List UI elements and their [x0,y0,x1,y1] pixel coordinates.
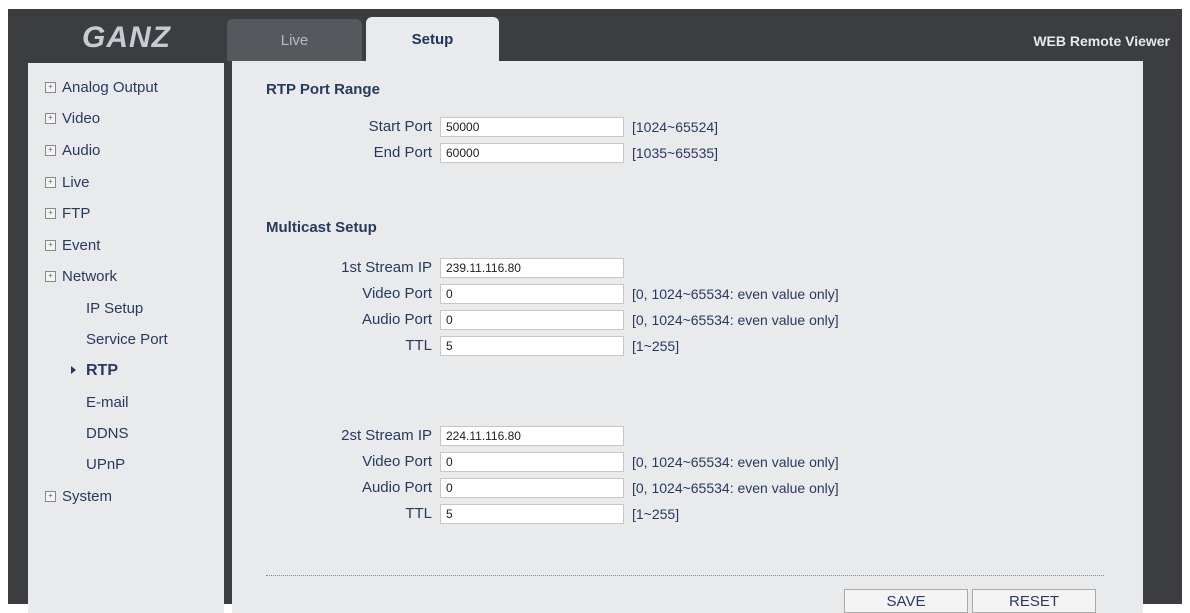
tab-live[interactable]: Live [227,19,362,61]
start-port-input[interactable] [440,117,624,137]
expand-icon: + [45,177,56,188]
sidebar-item-label: System [62,488,113,505]
sidebar-item-label: Analog Output [62,79,158,96]
sidebar-subitem-rtp[interactable]: RTP [71,362,118,380]
expand-icon: + [45,82,56,93]
stream2-ttl-input[interactable] [440,504,624,524]
stream1-ttl-input[interactable] [440,336,624,356]
sidebar-item-label: Live [62,174,90,191]
expand-icon: + [45,113,56,124]
stream2-audio-port-label: Audio Port [361,479,432,496]
sidebar-item-live[interactable]: + Live [45,174,90,191]
stream1-ip-input[interactable] [440,258,624,278]
sidebar-item-label: RTP [86,362,118,379]
sidebar-item-video[interactable]: + Video [45,110,100,127]
stream1-ip-label: 1st Stream IP [341,259,432,276]
stream2-audio-port-input[interactable] [440,478,624,498]
sidebar: + Analog Output + Video + Audio + Live + FTP … [28,63,224,613]
rtp-section-title: RTP Port Range [266,81,380,98]
brand-title: WEB Remote Viewer [1033,33,1170,49]
end-port-input[interactable] [440,143,624,163]
start-port-label: Start Port [368,118,432,135]
sidebar-item-ftp[interactable]: + FTP [45,205,90,222]
stream2-ip-label: 2st Stream IP [341,427,432,444]
stream1-audio-port-label: Audio Port [361,311,432,328]
sidebar-subitem-email[interactable]: E-mail [86,394,129,411]
reset-button[interactable]: RESET [972,589,1096,613]
stream2-ttl-label: TTL [405,505,432,522]
multicast-section-title: Multicast Setup [266,219,377,236]
expand-icon: + [45,145,56,156]
main-content: RTP Port Range Start Port [1024~65524] E… [232,61,1143,613]
active-arrow-icon [71,366,76,374]
sidebar-item-label: Network [62,268,118,285]
stream2-ip-input[interactable] [440,426,624,446]
start-port-range: [1024~65524] [632,119,719,135]
sidebar-item-audio[interactable]: + Audio [45,142,100,159]
sidebar-item-event[interactable]: + Event [45,237,100,254]
expand-icon: + [45,208,56,219]
stream2-ttl-range: [1~255] [632,506,680,522]
app-frame: GANZ Live Setup WEB Remote Viewer + Analo… [8,9,1182,613]
tab-setup[interactable]: Setup [366,17,499,61]
sidebar-item-network[interactable]: + Network [45,268,117,285]
stream1-video-port-input[interactable] [440,284,624,304]
sidebar-subitem-ddns[interactable]: DDNS [86,425,129,442]
sidebar-subitem-service-port[interactable]: Service Port [86,331,168,348]
sidebar-item-analog-output[interactable]: + Analog Output [45,79,158,96]
stream1-audio-port-input[interactable] [440,310,624,330]
ganz-logo: GANZ [82,21,171,54]
stream1-ttl-label: TTL [405,337,432,354]
stream2-audio-port-range: [0, 1024~65534: even value only] [632,480,839,496]
sidebar-item-label: Event [62,237,101,254]
stream1-video-port-label: Video Port [362,285,432,302]
divider [266,575,1104,576]
save-button[interactable]: SAVE [844,589,968,613]
sidebar-item-label: Video [62,110,101,127]
sidebar-item-label: FTP [62,205,91,222]
expand-icon: + [45,271,56,282]
expand-icon: + [45,491,56,502]
end-port-label: End Port [373,144,432,161]
sidebar-subitem-upnp[interactable]: UPnP [86,456,125,473]
stream1-audio-port-range: [0, 1024~65534: even value only] [632,312,839,328]
stream1-ttl-range: [1~255] [632,338,680,354]
stream1-video-port-range: [0, 1024~65534: even value only] [632,286,839,302]
end-port-range: [1035~65535] [632,145,719,161]
expand-icon: + [45,240,56,251]
stream2-video-port-input[interactable] [440,452,624,472]
sidebar-item-system[interactable]: + System [45,488,112,505]
sidebar-item-label: Audio [62,142,101,159]
stream2-video-port-label: Video Port [362,453,432,470]
stream2-video-port-range: [0, 1024~65534: even value only] [632,454,839,470]
sidebar-subitem-ip-setup[interactable]: IP Setup [86,300,143,317]
